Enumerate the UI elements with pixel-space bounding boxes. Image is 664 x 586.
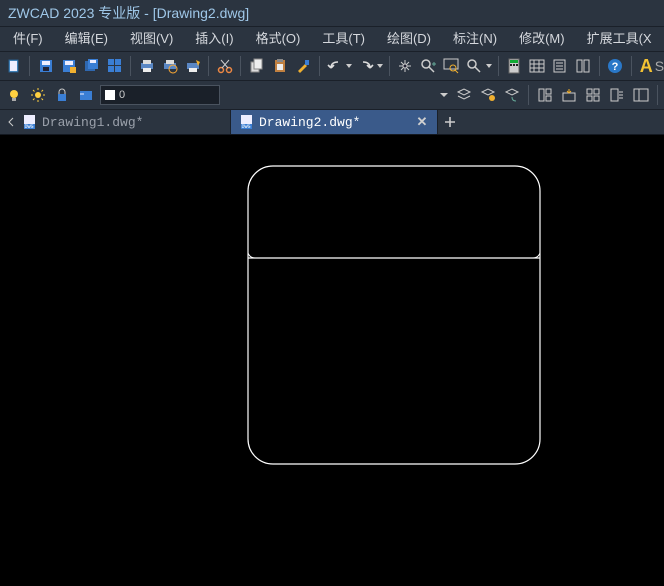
new-tab-button[interactable] xyxy=(438,110,462,134)
doc-tab-1[interactable]: DWG Drawing1.dwg* xyxy=(14,110,231,134)
save-as-icon[interactable] xyxy=(58,55,79,77)
zoom-icon[interactable] xyxy=(464,55,485,77)
block-icon[interactable] xyxy=(534,84,556,106)
layer-color-swatch-icon xyxy=(105,90,115,100)
menu-format[interactable]: 格式(O) xyxy=(245,27,312,51)
separator-icon xyxy=(631,56,632,76)
pan-icon[interactable] xyxy=(395,55,416,77)
svg-text:?: ? xyxy=(612,61,619,73)
menu-modify[interactable]: 修改(M) xyxy=(508,27,576,51)
layer-manager-icon[interactable] xyxy=(453,84,475,106)
new-doc-icon[interactable] xyxy=(3,55,24,77)
app-title: ZWCAD 2023 专业版 - [Drawing2.dwg] xyxy=(8,5,249,21)
menu-ext[interactable]: 扩展工具(X xyxy=(576,27,663,51)
design-center-icon[interactable] xyxy=(630,84,652,106)
layer-combo[interactable]: 0 xyxy=(100,85,220,105)
style-letter-icon[interactable]: S xyxy=(655,58,664,74)
copy-icon[interactable] xyxy=(246,55,267,77)
match-prop-icon[interactable] xyxy=(293,55,314,77)
print-preview-icon[interactable] xyxy=(159,55,180,77)
properties-icon[interactable] xyxy=(550,55,571,77)
insert-block-icon[interactable] xyxy=(558,84,580,106)
cut-icon[interactable] xyxy=(214,55,235,77)
layer-previous-icon[interactable] xyxy=(501,84,523,106)
separator-icon xyxy=(657,85,658,105)
separator-icon xyxy=(29,56,30,76)
menu-edit[interactable]: 编辑(E) xyxy=(54,27,119,51)
menu-view[interactable]: 视图(V) xyxy=(119,27,184,51)
separator-icon xyxy=(498,56,499,76)
small-dropdown-icon[interactable] xyxy=(436,84,452,106)
redo-dropdown-icon[interactable] xyxy=(375,55,385,77)
redo-icon[interactable] xyxy=(355,55,376,77)
layer-open-icon[interactable] xyxy=(75,84,97,106)
doc-tab-2[interactable]: DWG Drawing2.dwg* ✕ xyxy=(231,110,438,134)
calculator-icon[interactable] xyxy=(504,55,525,77)
layer-current-name: 0 xyxy=(119,89,125,101)
menu-file[interactable]: 件(F) xyxy=(2,27,54,51)
dwg-file-icon: DWG xyxy=(22,114,38,130)
separator-icon xyxy=(389,56,390,76)
undo-dropdown-icon[interactable] xyxy=(345,55,355,77)
help-icon[interactable]: ? xyxy=(605,55,626,77)
text-style-icon[interactable]: A xyxy=(640,55,653,77)
save-all-icon[interactable] xyxy=(81,55,102,77)
zoom-dropdown-icon[interactable] xyxy=(484,55,494,77)
print-icon[interactable] xyxy=(136,55,157,77)
separator-icon xyxy=(130,56,131,76)
table-icon[interactable] xyxy=(527,55,548,77)
block-edit-icon[interactable] xyxy=(606,84,628,106)
paste-icon[interactable] xyxy=(269,55,290,77)
drawing-content xyxy=(247,165,541,465)
layout-icon[interactable] xyxy=(104,55,125,77)
toolbar-layers: 0 xyxy=(0,81,664,110)
separator-icon xyxy=(208,56,209,76)
tool-palette-icon[interactable] xyxy=(573,55,594,77)
menu-annotate[interactable]: 标注(N) xyxy=(442,27,508,51)
dwg-file-icon: DWG xyxy=(239,114,255,130)
menu-insert[interactable]: 插入(I) xyxy=(184,27,244,51)
lock-icon[interactable] xyxy=(51,84,73,106)
close-tab-icon[interactable]: ✕ xyxy=(415,115,429,129)
menubar: 件(F) 编辑(E) 视图(V) 插入(I) 格式(O) 工具(T) 绘图(D)… xyxy=(0,27,664,52)
drawing-canvas[interactable] xyxy=(0,135,664,586)
bulb-icon[interactable] xyxy=(3,84,25,106)
menu-draw[interactable]: 绘图(D) xyxy=(376,27,442,51)
titlebar: ZWCAD 2023 专业版 - [Drawing2.dwg] xyxy=(0,0,664,27)
wblock-icon[interactable] xyxy=(582,84,604,106)
svg-text:DWG: DWG xyxy=(241,124,250,130)
layer-states-icon[interactable] xyxy=(477,84,499,106)
separator-icon xyxy=(599,56,600,76)
zoom-window-icon[interactable] xyxy=(441,55,462,77)
plot-icon[interactable] xyxy=(182,55,203,77)
doc-tab-label: Drawing1.dwg* xyxy=(42,115,143,130)
menu-tools[interactable]: 工具(T) xyxy=(311,27,376,51)
svg-text:DWG: DWG xyxy=(24,124,33,130)
document-tabs: DWG Drawing1.dwg* DWG Drawing2.dwg* ✕ xyxy=(0,110,664,135)
save-icon[interactable] xyxy=(35,55,56,77)
doc-tab-label: Drawing2.dwg* xyxy=(259,115,360,130)
undo-icon[interactable] xyxy=(325,55,346,77)
separator-icon xyxy=(528,85,529,105)
separator-icon xyxy=(319,56,320,76)
separator-icon xyxy=(240,56,241,76)
sun-icon[interactable] xyxy=(27,84,49,106)
zoom-realtime-icon[interactable] xyxy=(418,55,439,77)
toolbar-main: ? A S xyxy=(0,52,664,81)
